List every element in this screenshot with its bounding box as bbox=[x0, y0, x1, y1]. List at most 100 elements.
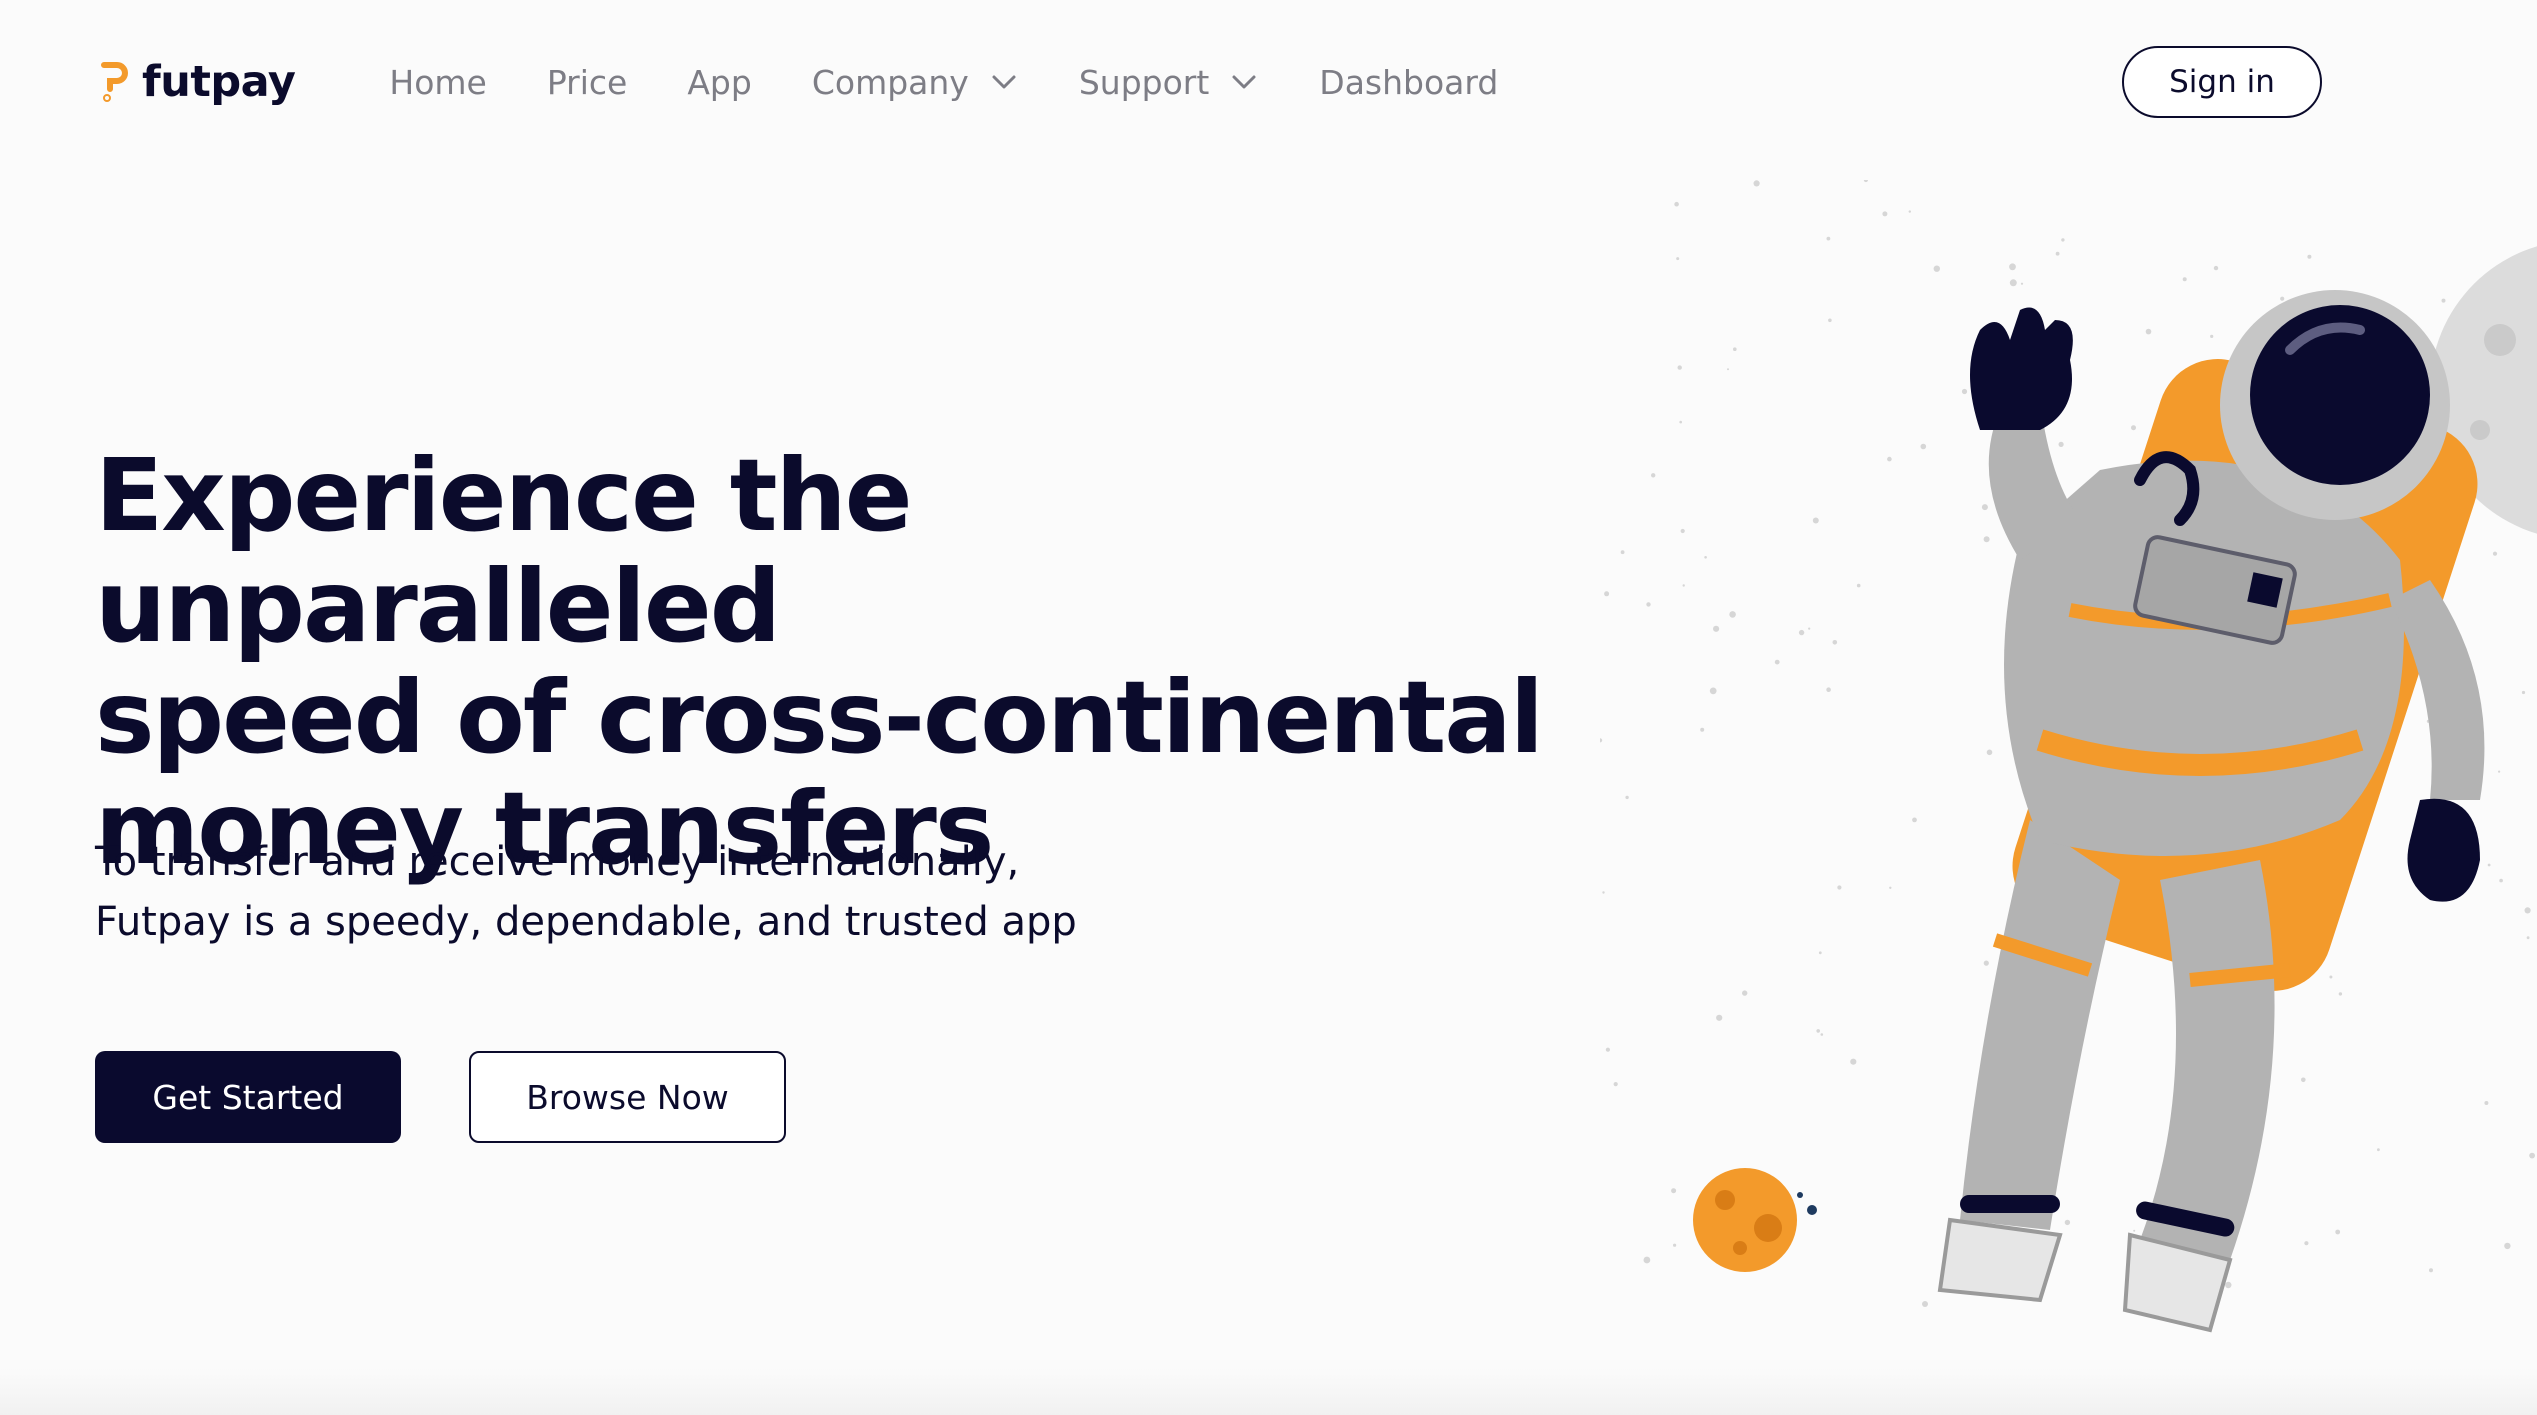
star-dust-dot bbox=[2377, 1148, 2380, 1152]
star-dust-dot bbox=[1820, 1033, 1824, 1036]
star-dust-dot bbox=[1798, 629, 1805, 636]
star-dust-dot bbox=[1983, 960, 1989, 966]
sign-in-button[interactable]: Sign in bbox=[2122, 46, 2322, 118]
astronaut-illustration bbox=[1600, 180, 2537, 1333]
chevron-down-icon bbox=[1232, 75, 1256, 89]
main-nav: Home Price App Company Support Dashboard bbox=[389, 63, 1558, 102]
nav-item-home[interactable]: Home bbox=[389, 63, 486, 102]
star-dust-dot bbox=[2009, 263, 2016, 271]
star-dust-dot bbox=[2441, 298, 2446, 303]
star-dust-dot bbox=[1643, 1256, 1651, 1264]
star-dust-dot bbox=[1646, 602, 1651, 607]
star-dust-dot bbox=[1828, 318, 1832, 323]
star-dust-dot bbox=[1716, 1014, 1723, 1021]
star-dust-dot bbox=[2484, 1101, 2489, 1105]
star-dust-dot bbox=[1729, 611, 1736, 618]
star-dust-dot bbox=[1679, 420, 1682, 424]
star-dust-dot bbox=[1832, 640, 1838, 645]
bottom-section-edge bbox=[0, 1368, 2537, 1415]
star-dust-dot bbox=[1605, 1047, 1610, 1052]
star-dust-dot bbox=[2064, 1219, 2071, 1226]
star-dust-dot bbox=[2009, 279, 2017, 287]
star-dust-dot bbox=[2304, 1241, 2309, 1246]
star-dust-dot bbox=[2338, 992, 2343, 996]
star-dust-dot bbox=[2529, 1152, 2535, 1159]
star-dust-dot bbox=[1933, 265, 1940, 272]
orange-planet-icon bbox=[1693, 1168, 1817, 1272]
star-dust-dot bbox=[2131, 425, 2136, 431]
star-dust-dot bbox=[1882, 211, 1888, 217]
star-dust-dot bbox=[1774, 659, 1780, 665]
star-dust-dot bbox=[1850, 1058, 1857, 1065]
futpay-logo-icon bbox=[101, 62, 128, 102]
nav-item-app[interactable]: App bbox=[687, 63, 751, 102]
star-dust-dot bbox=[2498, 770, 2501, 773]
star-dust-dot bbox=[2429, 1268, 2433, 1273]
star-dust-dot bbox=[2133, 1229, 2136, 1232]
star-dust-dot bbox=[1981, 504, 1988, 511]
star-dust-dot bbox=[1651, 473, 1656, 478]
star-dust-dot bbox=[1673, 1243, 1677, 1247]
star-dust-dot bbox=[2301, 1077, 2306, 1083]
nav-item-label: Home bbox=[389, 62, 487, 102]
star-dust-dot bbox=[1620, 550, 1625, 555]
star-dust-dot bbox=[2213, 265, 2219, 271]
chevron-down-icon bbox=[992, 75, 1016, 89]
star-dust-dot bbox=[1602, 891, 1605, 894]
star-dust-dot bbox=[2526, 936, 2530, 940]
star-dust-dot bbox=[2210, 334, 2214, 338]
hero-title-line: speed of cross-continental bbox=[95, 659, 1544, 776]
star-dust-dot bbox=[1682, 584, 1685, 587]
star-dust-dot bbox=[1889, 886, 1892, 889]
star-dust-dot bbox=[2499, 878, 2503, 883]
astronaut-figure bbox=[1937, 290, 2485, 1333]
hero-subtitle-line: To transfer and receive money internatio… bbox=[95, 839, 1020, 885]
brand-name: futpay bbox=[142, 57, 296, 107]
star-dust-dot bbox=[2524, 907, 2531, 914]
landing-page: futpay Home Price App Company Support Da… bbox=[0, 0, 2537, 1415]
star-dust-dot bbox=[1922, 1301, 1928, 1307]
star-dust-dot bbox=[1704, 556, 1707, 559]
star-dust-dot bbox=[2329, 975, 2333, 979]
star-dust-dot bbox=[1613, 1082, 1618, 1087]
nav-item-company[interactable]: Company bbox=[812, 63, 1019, 102]
star-dust-dot bbox=[1961, 388, 1968, 395]
brand-logo[interactable]: futpay bbox=[100, 57, 296, 107]
nav-item-dashboard[interactable]: Dashboard bbox=[1319, 63, 1498, 102]
star-dust-dot bbox=[1680, 528, 1685, 534]
hero-subtitle-line: Futpay is a speedy, dependable, and trus… bbox=[95, 899, 1077, 945]
star-dust-dot bbox=[2487, 863, 2491, 867]
hero-subtitle: To transfer and receive money internatio… bbox=[95, 832, 1195, 952]
star-dust-dot bbox=[1604, 591, 1610, 597]
star-dust-dot bbox=[2061, 238, 2065, 242]
star-dust-dot bbox=[1676, 257, 1680, 261]
star-dust-dot bbox=[2280, 296, 2285, 301]
star-dust-dot bbox=[1733, 347, 1737, 351]
star-dust-dot bbox=[1700, 727, 1705, 732]
nav-item-label: Dashboard bbox=[1319, 62, 1499, 102]
star-dust-dot bbox=[1837, 885, 1842, 890]
star-dust-dot bbox=[1674, 201, 1679, 207]
star-dust-dot bbox=[1713, 625, 1720, 632]
star-dust-dot bbox=[2145, 328, 2152, 335]
star-dust-dot bbox=[1753, 180, 1760, 187]
star-dust-dot bbox=[1863, 180, 1868, 183]
star-dust-dot bbox=[2055, 251, 2060, 256]
star-dust-dot bbox=[1816, 1029, 1820, 1033]
star-dust-dot bbox=[2307, 254, 2312, 259]
browse-now-button[interactable]: Browse Now bbox=[469, 1051, 786, 1143]
get-started-button[interactable]: Get Started bbox=[95, 1051, 401, 1143]
star-dust-dot bbox=[1826, 687, 1831, 692]
star-dust-dot bbox=[1808, 627, 1811, 630]
star-dust-dot bbox=[1983, 536, 1990, 543]
star-dust-dot bbox=[1887, 456, 1892, 462]
hero-title-line: Experience the unparalleled bbox=[95, 437, 913, 665]
star-dust-dot bbox=[1912, 817, 1917, 823]
star-dust-dot bbox=[2521, 690, 2526, 695]
nav-item-price[interactable]: Price bbox=[547, 63, 628, 102]
nav-item-label: Price bbox=[546, 62, 628, 102]
star-dust-dot bbox=[1625, 795, 1629, 800]
star-dust-dot bbox=[1742, 990, 1748, 996]
nav-item-support[interactable]: Support bbox=[1079, 63, 1259, 102]
star-dust-dot bbox=[1826, 236, 1831, 241]
